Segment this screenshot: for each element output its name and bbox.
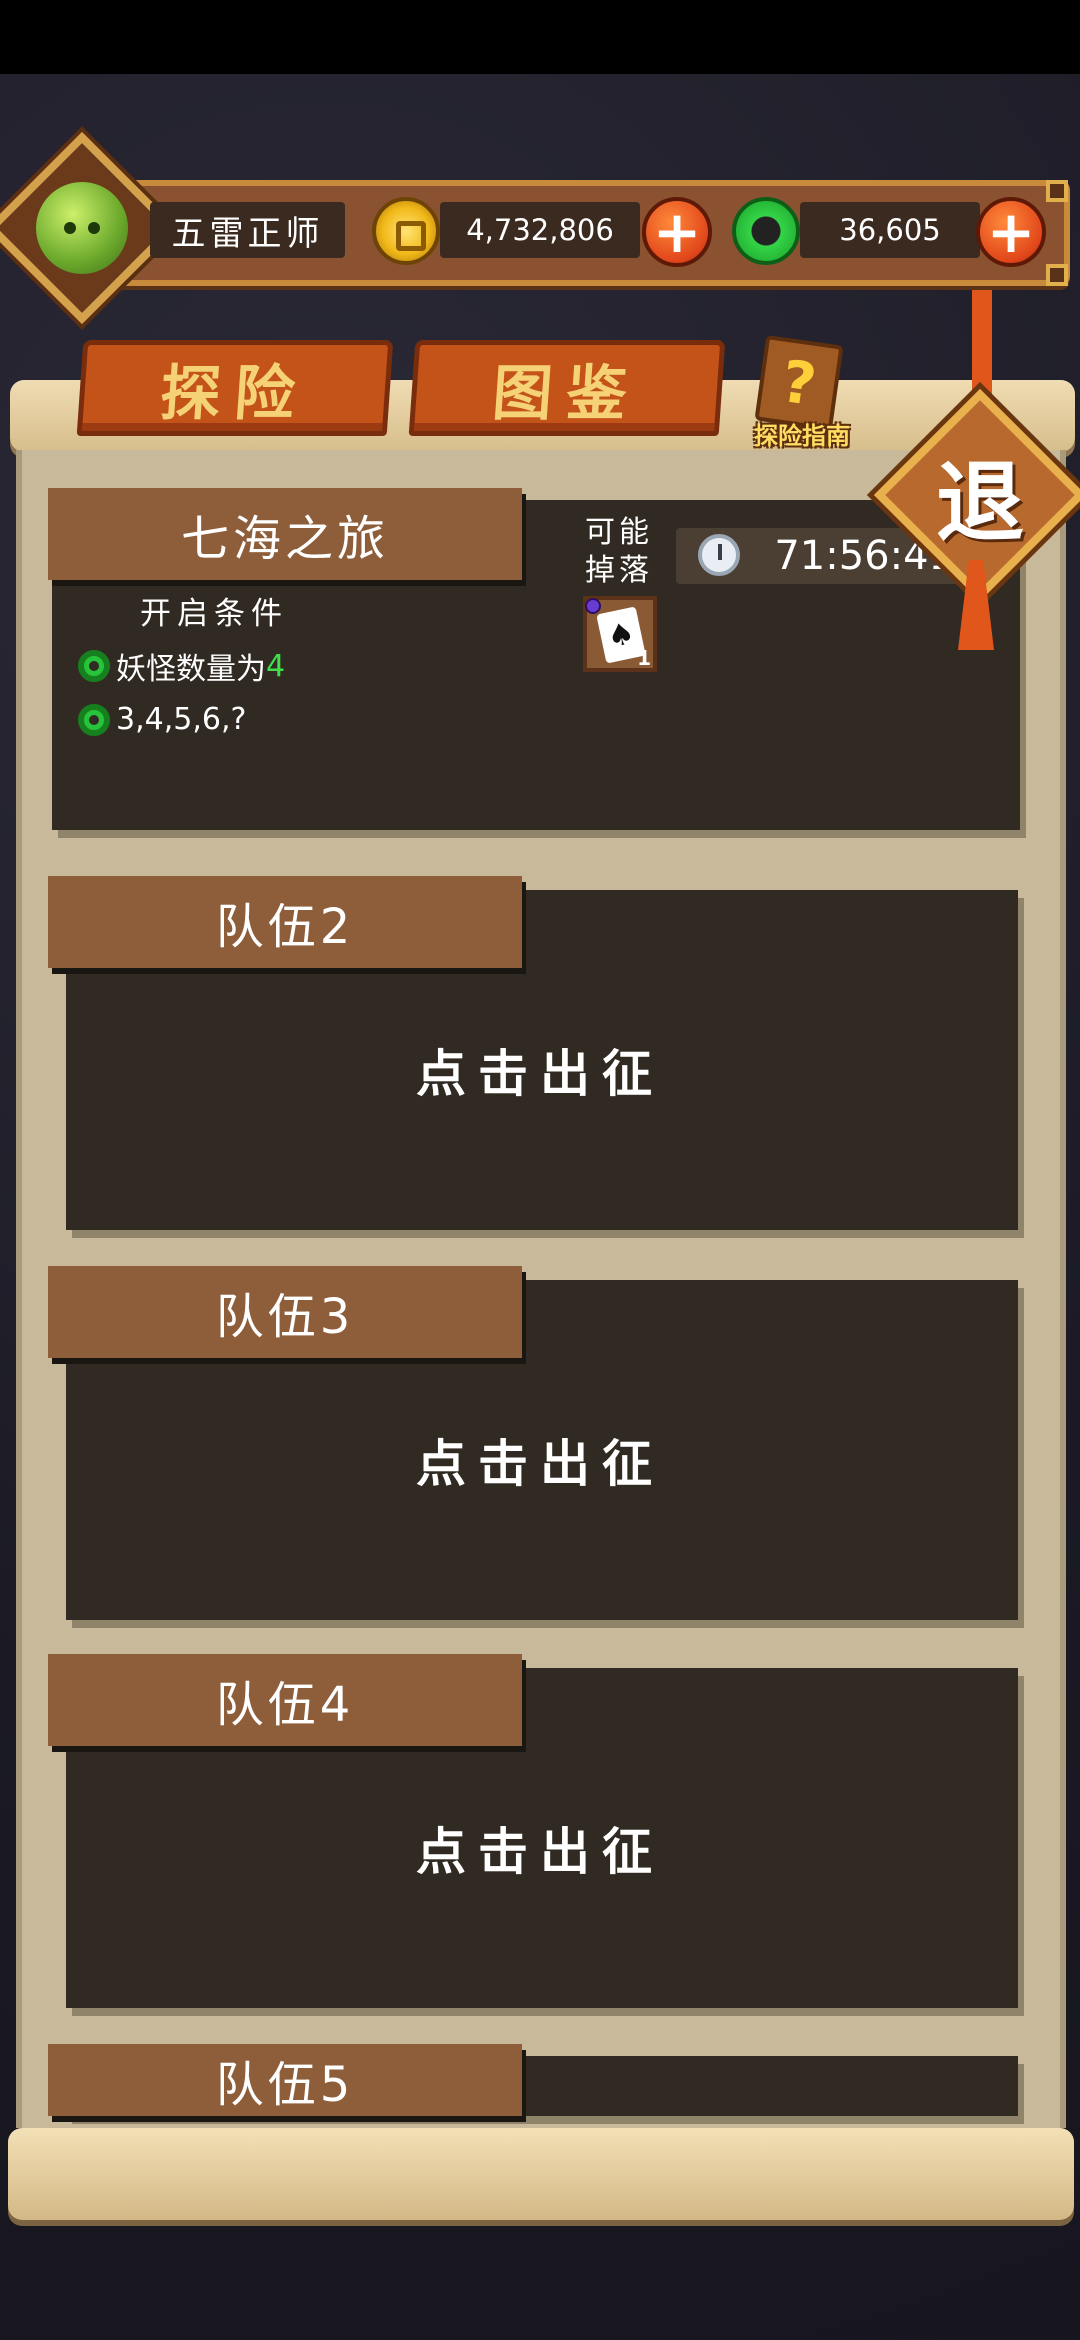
explore-guide-button[interactable]: ? 探险指南: [742, 334, 862, 456]
gold-coin-icon: [372, 197, 440, 265]
condition-title: 开启条件: [140, 596, 288, 632]
add-gold-button[interactable]: +: [642, 197, 712, 267]
jade-amount: 36,605: [800, 202, 980, 258]
condition-value: 4: [266, 648, 286, 684]
add-jade-button[interactable]: +: [976, 197, 1046, 267]
scroll-bottom-roll: [8, 2128, 1074, 2220]
jade-coin-icon: [732, 197, 800, 265]
condition-text: 3,4,5,6,?: [116, 702, 247, 737]
tab-explore[interactable]: 探险: [76, 340, 394, 436]
drop-item-slot[interactable]: ♠ 1: [583, 596, 657, 672]
jade-bullet-icon: [78, 650, 110, 682]
dispatch-button[interactable]: 点击出征: [60, 1424, 1020, 1496]
condition-text: 妖怪数量为: [116, 652, 266, 687]
tab-codex[interactable]: 图鉴: [408, 340, 726, 436]
jade-bullet-icon: [78, 703, 110, 736]
team-label: 队伍2: [48, 876, 522, 968]
gold-amount: 4,732,806: [440, 202, 640, 258]
team-label: 队伍4: [48, 1654, 522, 1746]
status-bar: [0, 0, 1080, 74]
team-label: 队伍5: [48, 2044, 522, 2116]
stopwatch-icon: [698, 534, 740, 576]
dispatch-button[interactable]: 点击出征: [60, 1034, 1020, 1106]
bar-corner-ornament: [1046, 264, 1068, 286]
avatar-eye-icon: [88, 222, 100, 234]
condition-row: 妖怪数量为 4: [78, 644, 285, 688]
exit-button[interactable]: 退: [905, 420, 1055, 570]
gem-icon: [585, 598, 601, 614]
expedition-title: 七海之旅: [48, 488, 522, 580]
guide-label: 探险指南: [754, 422, 850, 450]
drop-item-quantity: 1: [637, 646, 651, 670]
team-label: 队伍3: [48, 1266, 522, 1358]
player-name: 五雷正师: [150, 202, 345, 258]
dispatch-button[interactable]: 点击出征: [60, 1812, 1020, 1884]
bar-corner-ornament: [1046, 180, 1068, 202]
avatar[interactable]: [36, 182, 128, 274]
avatar-eye-icon: [64, 222, 76, 234]
possible-drop-label: 可能掉落: [585, 515, 653, 588]
condition-row: 3,4,5,6,?: [78, 702, 246, 737]
